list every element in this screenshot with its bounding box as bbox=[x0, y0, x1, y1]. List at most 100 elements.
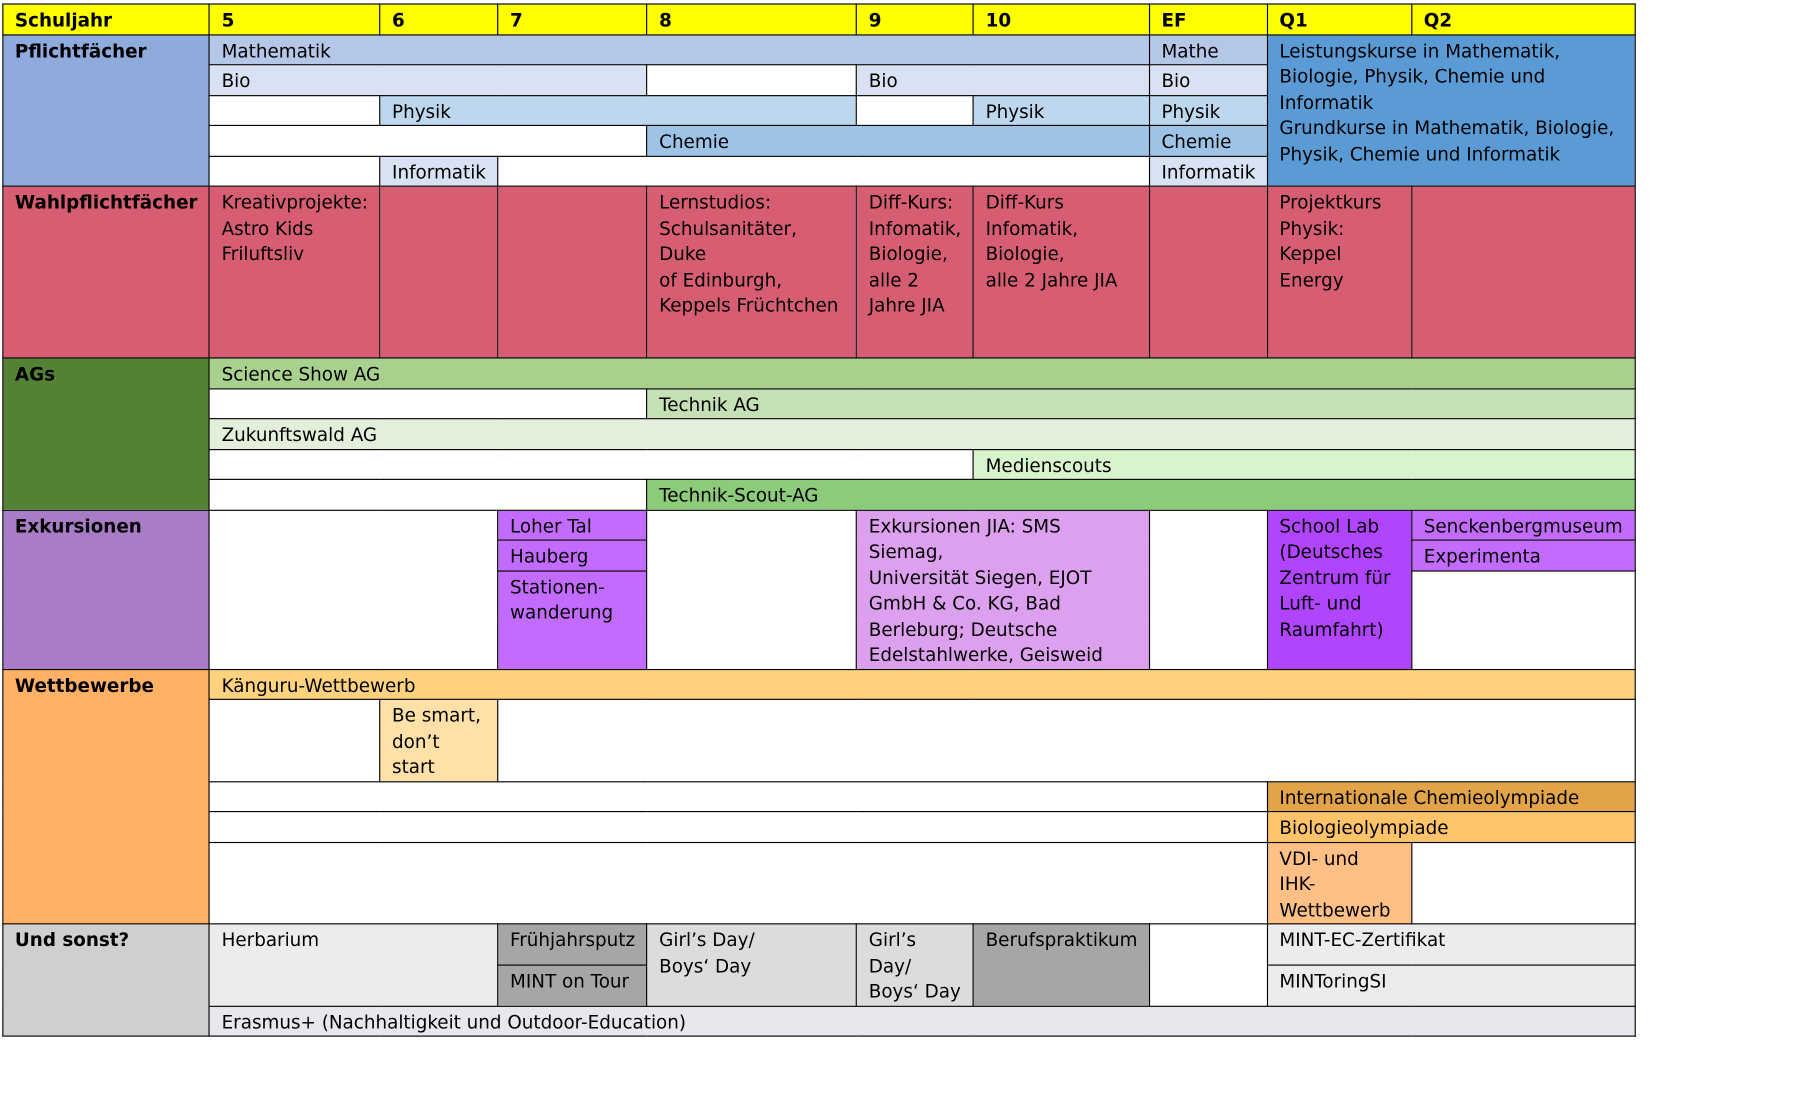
empty-cell bbox=[1148, 923, 1268, 1007]
empty-cell bbox=[497, 185, 648, 359]
wahl-diffkurs-9: Diff-Kurs: Infomatik, Biologie, alle 2 J… bbox=[856, 185, 975, 359]
exk-experimenta: Experimenta bbox=[1411, 539, 1636, 572]
pflicht-bio-ef: Bio bbox=[1148, 64, 1268, 96]
pflicht-informatik: Informatik bbox=[379, 155, 499, 187]
wett-row-2: Be smart, don’t start bbox=[3, 698, 1636, 782]
pflicht-physik-10: Physik bbox=[973, 94, 1151, 126]
wett-row-4: Biologieolympiade bbox=[3, 811, 1636, 843]
empty-cell bbox=[209, 448, 975, 480]
empty-cell bbox=[856, 94, 975, 126]
sonst-girls-day-8: Girl’s Day/ Boys‘ Day bbox=[646, 923, 858, 1007]
wett-kaenguru: Känguru-Wettbewerb bbox=[208, 668, 1636, 700]
ag-label: AGs bbox=[2, 357, 211, 511]
sonst-label: Und sonst? bbox=[2, 923, 211, 1037]
header-8: 8 bbox=[646, 3, 858, 35]
wahl-kreativprojekte: Kreativprojekte: Astro Kids Friluftsliv bbox=[209, 185, 381, 359]
empty-cell bbox=[497, 155, 1151, 187]
header-10: 10 bbox=[973, 3, 1151, 35]
empty-cell bbox=[1411, 569, 1636, 670]
empty-cell bbox=[1148, 185, 1268, 359]
sonst-berufspraktikum: Berufspraktikum bbox=[973, 923, 1151, 1007]
pflicht-informatik-ef: Informatik bbox=[1148, 155, 1268, 187]
sonst-mint-ec-zertifikat: MINT-EC-Zertifikat bbox=[1266, 923, 1636, 966]
pflicht-label: Pflichtfächer bbox=[2, 33, 211, 187]
pflicht-bio: Bio bbox=[209, 64, 648, 96]
exk-jia: Exkursionen JIA: SMS Siemag, Universität… bbox=[856, 509, 1151, 670]
ag-row-4: Medienscouts bbox=[3, 448, 1636, 480]
empty-cell bbox=[209, 509, 499, 670]
empty-cell bbox=[208, 811, 1268, 843]
empty-cell bbox=[209, 698, 381, 782]
exk-senckenberg: Senckenbergmuseum bbox=[1411, 509, 1636, 541]
exk-row-1: Exkursionen Loher Tal Exkursionen JIA: S… bbox=[2, 509, 1636, 670]
ag-zukunftswald: Zukunftswald AG bbox=[208, 418, 1636, 450]
wahl-projektkurs: Projektkurs Physik: Keppel Energy bbox=[1266, 185, 1413, 359]
header-ef: EF bbox=[1148, 3, 1268, 35]
exk-stationenwanderung: Stationen- wanderung bbox=[497, 569, 648, 670]
ag-row-2: Technik AG bbox=[3, 387, 1636, 420]
sonst-row-1: Und sonst? Herbarium Frühjahrsputz Girl’… bbox=[2, 923, 1636, 1037]
wett-label: Wettbewerbe bbox=[2, 668, 211, 925]
pflicht-bio-9: Bio bbox=[856, 64, 1151, 96]
empty-cell bbox=[209, 94, 381, 126]
empty-cell bbox=[209, 387, 648, 420]
sonst-mintoring: MINToringSI bbox=[1266, 964, 1636, 1007]
sonst-girls-day-9: Girl’s Day/ Boys‘ Day bbox=[856, 923, 975, 1007]
header-q2: Q2 bbox=[1411, 3, 1636, 35]
empty-cell bbox=[209, 124, 648, 157]
ag-row-3: Zukunftswald AG bbox=[3, 418, 1636, 450]
empty-cell bbox=[379, 185, 499, 359]
wett-vdi-ihk: VDI- und IHK- Wettbewerb bbox=[1266, 841, 1413, 925]
header-schuljahr: Schuljahr bbox=[2, 3, 211, 35]
ag-technik-scout: Technik-Scout-AG bbox=[646, 478, 1636, 511]
empty-cell bbox=[208, 841, 1268, 925]
wahl-lernstudios: Lernstudios: Schulsanitäter, Duke of Edi… bbox=[646, 185, 858, 359]
empty-cell bbox=[1411, 841, 1636, 925]
exk-school-lab: School Lab (Deutsches Zentrum für Luft- … bbox=[1266, 509, 1413, 670]
ag-row-1: AGs Science Show AG bbox=[2, 357, 1636, 511]
sonst-row-3: Erasmus+ (Nachhaltigkeit und Outdoor-Edu… bbox=[3, 1005, 1636, 1037]
empty-cell bbox=[646, 64, 858, 96]
pflicht-row-1: Pflichtfächer Mathematik Mathe Leistungs… bbox=[2, 33, 1636, 187]
pflicht-mathematik: Mathematik bbox=[209, 33, 1151, 66]
wett-biologieolympiade: Biologieolympiade bbox=[1266, 811, 1636, 843]
ag-science-show: Science Show AG bbox=[208, 357, 1636, 389]
pflicht-q-kurse: Leistungskurse in Mathematik, Biologie, … bbox=[1266, 33, 1636, 187]
header-9: 9 bbox=[856, 3, 975, 35]
wett-row-5: VDI- und IHK- Wettbewerb bbox=[3, 841, 1636, 925]
wahl-label: Wahlpflichtfächer bbox=[2, 185, 211, 359]
empty-cell bbox=[1148, 509, 1268, 670]
pflicht-chemie-ef: Chemie bbox=[1148, 124, 1268, 157]
wahl-row: Wahlpflichtfächer Kreativprojekte: Astro… bbox=[2, 185, 1636, 359]
exk-hauberg: Hauberg bbox=[497, 539, 648, 572]
ag-technik: Technik AG bbox=[646, 387, 1636, 420]
wahl-diffkurs-10: Diff-Kurs Infomatik, Biologie, alle 2 Ja… bbox=[973, 185, 1151, 359]
wett-row-1: Wettbewerbe Känguru-Wettbewerb bbox=[2, 668, 1636, 925]
pflicht-mathe-ef: Mathe bbox=[1148, 33, 1268, 66]
wett-be-smart: Be smart, don’t start bbox=[379, 698, 499, 782]
mint-overview-table: Schuljahr 5 6 7 8 9 10 EF Q1 Q2 Pflichtf… bbox=[2, 3, 1636, 1037]
pflicht-chemie: Chemie bbox=[646, 124, 1151, 157]
ag-row-5: Technik-Scout-AG bbox=[3, 478, 1636, 511]
sonst-herbarium: Herbarium bbox=[209, 923, 499, 1007]
sonst-fruehjahrsputz: Frühjahrsputz bbox=[497, 923, 648, 966]
overview-table-stage: Schuljahr 5 6 7 8 9 10 EF Q1 Q2 Pflichtf… bbox=[0, 0, 1794, 1094]
header-row: Schuljahr 5 6 7 8 9 10 EF Q1 Q2 bbox=[2, 3, 1636, 35]
header-5: 5 bbox=[209, 3, 381, 35]
ag-medienscouts: Medienscouts bbox=[973, 448, 1636, 480]
wett-chemieolympiade: Internationale Chemieolympiade bbox=[1266, 780, 1636, 813]
header-6: 6 bbox=[379, 3, 499, 35]
pflicht-physik: Physik bbox=[379, 94, 858, 126]
empty-cell bbox=[209, 478, 648, 511]
wett-row-3: Internationale Chemieolympiade bbox=[3, 780, 1636, 813]
pflicht-physik-ef: Physik bbox=[1148, 94, 1268, 126]
header-q1: Q1 bbox=[1266, 3, 1413, 35]
empty-cell bbox=[208, 780, 1268, 813]
empty-cell bbox=[209, 155, 381, 187]
empty-cell bbox=[497, 698, 1636, 782]
sonst-mint-on-tour: MINT on Tour bbox=[497, 964, 648, 1007]
header-7: 7 bbox=[497, 3, 648, 35]
sonst-erasmus: Erasmus+ (Nachhaltigkeit und Outdoor-Edu… bbox=[208, 1005, 1636, 1037]
exk-label: Exkursionen bbox=[2, 509, 211, 670]
empty-cell bbox=[1411, 185, 1636, 359]
